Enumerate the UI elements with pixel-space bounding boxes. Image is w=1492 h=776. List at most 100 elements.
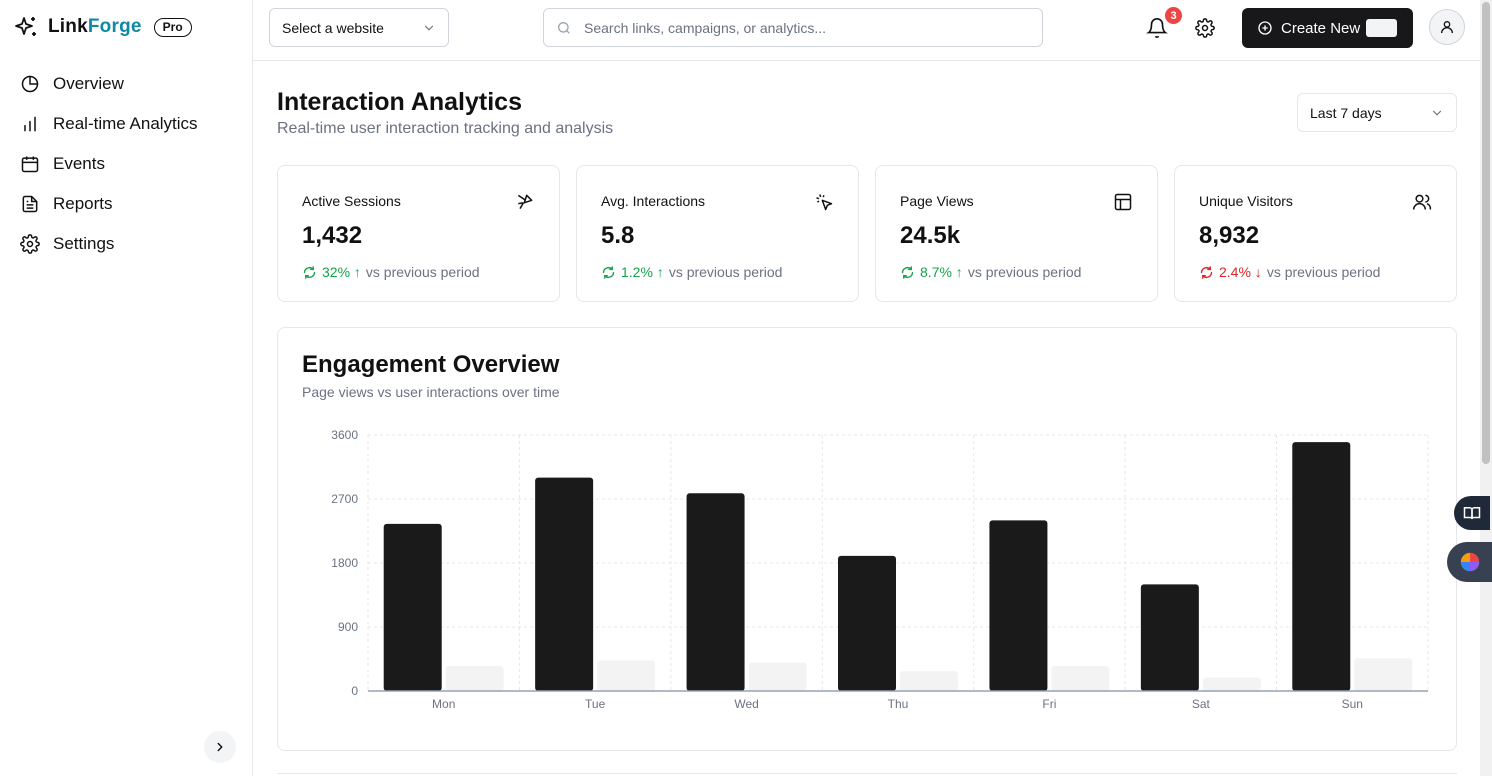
brand-name-part1: Link [48, 16, 88, 37]
bar-series-2 [900, 671, 958, 691]
bar-series-2 [1202, 677, 1261, 691]
pro-badge: Pro [153, 17, 192, 37]
engagement-overview-card: Engagement Overview Page views vs user i… [277, 327, 1457, 751]
sidebar-item-reports[interactable]: Reports [20, 184, 198, 224]
search-input[interactable] [584, 19, 1024, 36]
click-icon [816, 194, 833, 211]
users-icon [1412, 194, 1432, 210]
bar-series-2 [597, 660, 656, 691]
bar-series-1 [838, 555, 896, 691]
y-tick-label: 3600 [331, 428, 358, 442]
chevron-down-icon [1432, 110, 1442, 116]
scrollbar-thumb[interactable] [1482, 2, 1490, 464]
stat-value: 1,432 [302, 222, 363, 249]
document-icon [22, 195, 38, 213]
stat-card-unique-visitors: Unique Visitors 8,932 2.4% ↓ vs previous… [1174, 165, 1457, 302]
sidebar-item-label: Overview [53, 74, 124, 93]
website-select[interactable]: Select a website [269, 8, 449, 47]
x-tick-label: Sat [1192, 697, 1211, 711]
y-tick-label: 900 [338, 620, 358, 634]
docs-widget-button[interactable] [1454, 496, 1490, 530]
pie-chart-icon [21, 75, 39, 93]
chevron-down-icon [424, 25, 434, 31]
x-tick-label: Fri [1042, 697, 1056, 711]
sidebar-item-overview[interactable]: Overview [20, 64, 198, 104]
stat-change-suffix: vs previous period [365, 264, 480, 280]
create-new-button[interactable]: Create New [1242, 8, 1413, 48]
brand-name-part2: Forge [87, 16, 142, 37]
stat-value: 24.5k [900, 222, 961, 249]
pointer-icon [517, 194, 533, 210]
sidebar-item-settings[interactable]: Settings [20, 224, 198, 264]
bell-icon[interactable] [1146, 17, 1168, 39]
colorful-ball-icon [1460, 552, 1479, 572]
sidebar-item-label: Events [53, 154, 105, 173]
sidebar-item-events[interactable]: Events [20, 144, 198, 184]
sidebar-item-label: Reports [53, 194, 113, 213]
sidebar-expand-button[interactable] [204, 731, 236, 763]
bar-series-1 [989, 520, 1048, 691]
x-tick-label: Tue [585, 697, 606, 711]
stat-change-percent: 1.2% ↑ [621, 264, 664, 280]
date-range-value: Last 7 days [1310, 104, 1382, 121]
sidebar-nav: Overview Real-time Analytics Events Repo… [20, 64, 198, 264]
scrollbar[interactable] [1480, 0, 1492, 776]
page-subtitle: Real-time user interaction tracking and … [277, 120, 614, 137]
chevron-right-icon [217, 742, 223, 752]
sidebar-item-label: Real-time Analytics [53, 114, 198, 133]
assistant-widget-button[interactable] [1447, 542, 1492, 582]
x-tick-label: Thu [888, 697, 909, 711]
stat-title: Avg. Interactions [601, 193, 706, 209]
x-tick-label: Sun [1342, 697, 1363, 711]
stat-change: 2.4% ↓ vs previous period [1199, 264, 1380, 280]
stat-title: Unique Visitors [1199, 193, 1293, 209]
y-tick-label: 1800 [331, 556, 358, 570]
avatar[interactable] [1429, 9, 1465, 45]
stat-card-active-sessions: Active Sessions 1,432 32% ↑ vs previous … [277, 165, 560, 302]
x-tick-label: Wed [734, 697, 758, 711]
bar-series-2 [1051, 666, 1110, 691]
bar-series-2 [748, 662, 807, 691]
refresh-icon [602, 265, 615, 279]
top-bar: Select a website 3 Create New [253, 0, 1480, 61]
refresh-icon [303, 265, 316, 279]
stat-change-percent: 2.4% ↓ [1219, 264, 1262, 280]
bar-series-1 [686, 493, 745, 691]
stat-change-suffix: vs previous period [668, 264, 783, 280]
stat-value: 8,932 [1199, 222, 1260, 249]
date-range-select[interactable]: Last 7 days [1297, 93, 1457, 132]
calendar-icon [21, 156, 39, 173]
brand-name: LinkForge [48, 16, 142, 38]
keyboard-shortcut-hint [1366, 19, 1397, 37]
stat-change-suffix: vs previous period [967, 264, 1082, 280]
page-title: Interaction Analytics [277, 88, 522, 116]
gear-icon [20, 234, 40, 254]
stat-value: 5.8 [601, 222, 635, 249]
bar-series-1 [1140, 584, 1199, 691]
bar-series-1 [383, 523, 442, 691]
refresh-icon [901, 265, 914, 279]
stat-title: Page Views [900, 193, 974, 209]
stat-change: 8.7% ↑ vs previous period [900, 264, 1081, 280]
stat-change-percent: 8.7% ↑ [920, 264, 963, 280]
sidebar-item-label: Settings [53, 234, 115, 253]
plus-circle-icon [1258, 21, 1272, 35]
notification-badge: 3 [1165, 7, 1182, 24]
refresh-icon [1200, 265, 1213, 279]
sidebar-item-realtime-analytics[interactable]: Real-time Analytics [20, 104, 198, 144]
stat-change: 32% ↑ vs previous period [302, 264, 480, 280]
main-content: Interaction Analytics Real-time user int… [253, 61, 1480, 776]
sidebar: LinkForge Pro Overview Real-time Analyti… [0, 0, 253, 776]
stat-title: Active Sessions [302, 193, 401, 209]
engagement-bar-chart: 0 900 1800 2700 3600 Mon Tue Wed Thu Fri Sat Sun [331, 428, 1429, 711]
user-icon [1441, 21, 1453, 34]
x-tick-label: Mon [432, 697, 455, 711]
settings-icon[interactable] [1195, 18, 1215, 38]
stat-card-page-views: Page Views 24.5k 8.7% ↑ vs previous peri… [875, 165, 1158, 302]
search-box[interactable] [543, 8, 1043, 47]
stat-change: 1.2% ↑ vs previous period [601, 264, 782, 280]
brand[interactable]: LinkForge Pro [14, 14, 192, 40]
stat-change-percent: 32% ↑ [322, 264, 361, 280]
bar-series-1 [1292, 442, 1351, 691]
bar-series-2 [445, 666, 504, 691]
